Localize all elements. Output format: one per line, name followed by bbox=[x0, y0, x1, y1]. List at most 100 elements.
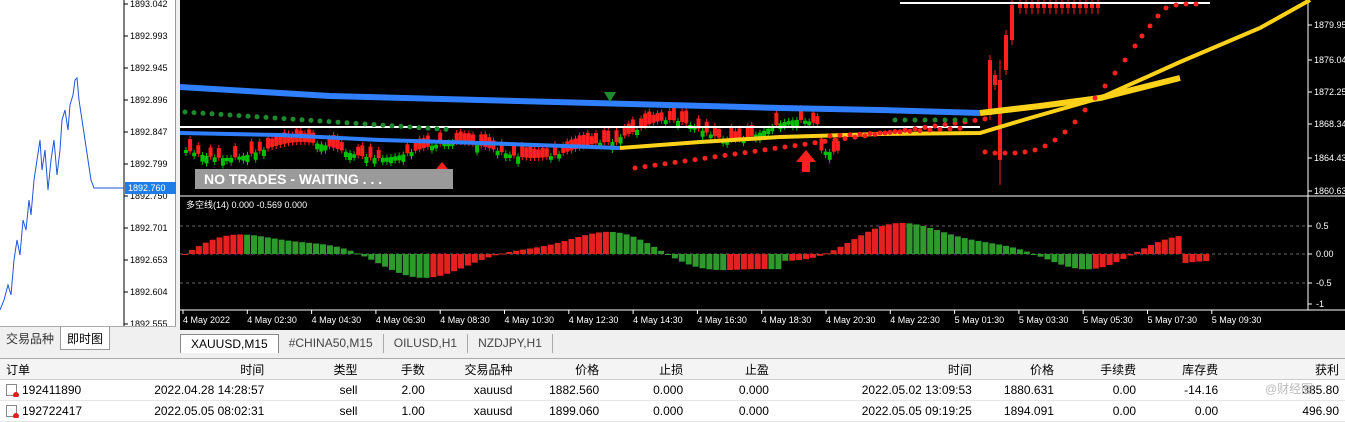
candle-body bbox=[823, 151, 828, 156]
candle bbox=[339, 139, 344, 154]
histogram-bar bbox=[182, 254, 188, 255]
tab-tick-chart[interactable]: 即时图 bbox=[60, 327, 111, 350]
histogram-bar bbox=[685, 254, 692, 265]
candle bbox=[532, 145, 537, 161]
candle bbox=[237, 153, 242, 163]
col-open-price[interactable]: 价格 bbox=[518, 361, 605, 378]
tab-nzdjpy[interactable]: NZDJPY,H1 bbox=[468, 334, 553, 353]
candle-body bbox=[548, 156, 553, 160]
candle bbox=[405, 141, 410, 157]
candle-body bbox=[708, 134, 713, 139]
histogram-bar bbox=[458, 254, 464, 269]
col-symbol[interactable]: 交易品种 bbox=[431, 361, 519, 378]
trailing-stop-dot bbox=[1132, 43, 1138, 49]
trailing-stop-dot bbox=[872, 131, 878, 137]
candle-body bbox=[1004, 35, 1008, 70]
histogram-bar bbox=[368, 254, 375, 260]
col-order[interactable]: 订单 bbox=[0, 361, 110, 378]
candle bbox=[561, 141, 566, 156]
trailing-stop-dot-green bbox=[263, 114, 269, 120]
histogram-bar bbox=[823, 253, 830, 255]
candle-body bbox=[557, 154, 562, 159]
trailing-stop-dot bbox=[1173, 2, 1179, 8]
main-price-chart[interactable]: 1879.95 1876.04 1872.25 1868.34 1864.43 1860.… bbox=[180, 0, 1345, 330]
tick-price-label: 1892.555 bbox=[130, 319, 168, 326]
histogram-bar bbox=[299, 242, 306, 254]
histogram-bar bbox=[699, 254, 706, 269]
trailing-stop-dot-green bbox=[182, 109, 188, 115]
histogram-bar bbox=[437, 254, 444, 276]
time-axis-label: 4 May 04:30 bbox=[312, 315, 362, 325]
histogram-bar bbox=[326, 245, 333, 254]
histogram-bar bbox=[1113, 254, 1120, 263]
close-price: 1894.091 bbox=[1003, 404, 1054, 418]
histogram-bar bbox=[775, 254, 782, 270]
col-type[interactable]: 类型 bbox=[270, 361, 363, 378]
col-swap[interactable]: 库存费 bbox=[1142, 361, 1224, 378]
time-axis-label: 4 May 20:30 bbox=[826, 315, 876, 325]
candle bbox=[352, 151, 357, 161]
trailing-stop-dot-green bbox=[227, 112, 233, 118]
trailing-stop-dot bbox=[1032, 147, 1038, 153]
candle bbox=[376, 146, 381, 161]
trailing-stop-dot bbox=[742, 150, 748, 156]
candle-body bbox=[717, 128, 721, 138]
candle bbox=[606, 127, 611, 146]
candle bbox=[233, 143, 238, 161]
candle-body bbox=[667, 111, 672, 121]
candle bbox=[827, 148, 832, 163]
trailing-stop-dot bbox=[897, 129, 903, 135]
candle-body bbox=[360, 145, 365, 157]
candle bbox=[356, 143, 361, 159]
candle-body bbox=[245, 154, 250, 163]
candle-body bbox=[401, 154, 406, 162]
trailing-stop-dot-green bbox=[902, 117, 908, 123]
type: sell bbox=[339, 404, 358, 418]
trailing-stop-dot bbox=[702, 155, 708, 161]
tab-china50[interactable]: #CHINA50,M15 bbox=[279, 334, 384, 353]
col-profit[interactable]: 获利 bbox=[1224, 361, 1345, 378]
trailing-stop-dot-green bbox=[962, 117, 968, 123]
tab-symbols[interactable]: 交易品种 bbox=[0, 327, 60, 350]
histogram-bar bbox=[1016, 249, 1023, 254]
col-commission[interactable]: 手续费 bbox=[1060, 361, 1142, 378]
histogram-bar bbox=[816, 254, 823, 256]
histogram-bar bbox=[499, 253, 506, 255]
candle bbox=[266, 134, 270, 152]
candle bbox=[602, 127, 607, 146]
table-row[interactable]: 192411890 2022.04.28 14:28:57 sell 2.00 … bbox=[0, 380, 1345, 401]
trailing-stop-dot bbox=[772, 145, 778, 151]
commission: 0.00 bbox=[1112, 404, 1137, 418]
candle-body bbox=[630, 119, 635, 132]
histogram-bar bbox=[485, 254, 492, 258]
histogram-bar bbox=[837, 246, 844, 254]
col-close-price[interactable]: 价格 bbox=[978, 361, 1060, 378]
candle-body bbox=[651, 114, 656, 123]
candle bbox=[594, 130, 598, 147]
histogram-bar bbox=[878, 226, 885, 254]
histogram-bar bbox=[423, 254, 430, 278]
candle-body bbox=[532, 148, 537, 158]
price-axis-label: 1879.95 bbox=[1314, 20, 1345, 30]
col-sl[interactable]: 止损 bbox=[605, 361, 689, 378]
trailing-stop-dot bbox=[1147, 23, 1153, 29]
trailing-stop-dot-green bbox=[407, 124, 413, 130]
tab-xauusd[interactable]: XAUUSD,M15 bbox=[180, 334, 279, 353]
histogram-bar bbox=[740, 254, 747, 270]
candle-body bbox=[803, 120, 808, 124]
table-row[interactable]: 192722417 2022.05.05 08:02:31 sell 1.00 … bbox=[0, 401, 1345, 422]
col-open-time[interactable]: 时间 bbox=[110, 361, 271, 378]
col-close-time[interactable]: 时间 bbox=[775, 361, 978, 378]
candle-body bbox=[278, 136, 283, 145]
histogram-bar bbox=[651, 246, 658, 254]
col-tp[interactable]: 止盈 bbox=[689, 361, 775, 378]
candle-body bbox=[524, 147, 529, 158]
tab-oilusd[interactable]: OILUSD,H1 bbox=[384, 334, 469, 353]
trailing-stop-dot-green bbox=[326, 119, 332, 125]
candle-body bbox=[249, 141, 254, 154]
col-lots[interactable]: 手数 bbox=[363, 361, 430, 378]
trailing-stop-dot bbox=[1002, 150, 1008, 156]
tp: 0.000 bbox=[738, 404, 769, 418]
candle bbox=[384, 154, 389, 165]
candle-body bbox=[676, 120, 680, 127]
